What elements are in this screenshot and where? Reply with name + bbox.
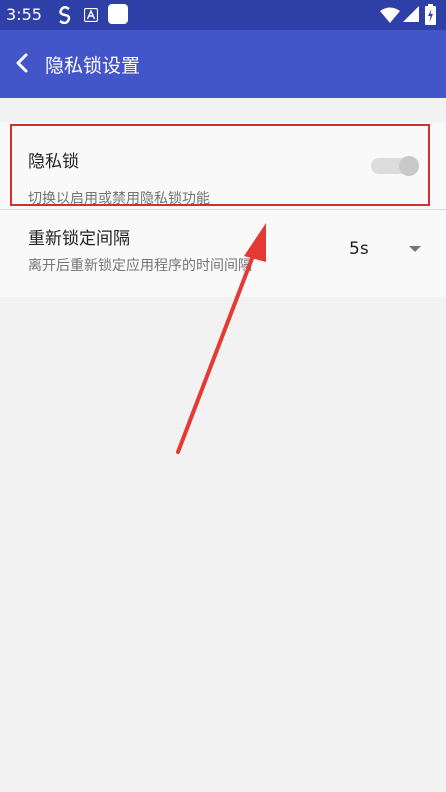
chevron-left-icon: [16, 53, 28, 73]
s-logo-icon: [59, 6, 71, 24]
wifi-icon: [380, 7, 400, 23]
privacy-lock-title: 隐私锁: [28, 152, 79, 172]
relock-interval-dropdown[interactable]: 5s: [338, 232, 438, 266]
relock-interval-summary: 离开后重新锁定应用程序的时间间隔: [28, 258, 252, 274]
relock-interval-setting[interactable]: 重新锁定间隔 离开后重新锁定应用程序的时间间隔 5s: [0, 210, 446, 297]
battery-charging-icon: [425, 4, 436, 25]
relock-interval-value: 5s: [349, 239, 369, 259]
signal-icon: [403, 6, 419, 22]
status-bar: 3:55: [0, 0, 446, 30]
annotation-arrow-icon: [176, 223, 266, 454]
back-button[interactable]: [8, 48, 38, 78]
privacy-lock-summary: 切换以启用或禁用隐私锁功能: [28, 191, 210, 207]
privacy-lock-toggle[interactable]: [371, 156, 419, 176]
a-keyboard-icon: [84, 8, 98, 22]
white-square-icon: [108, 4, 128, 24]
app-bar: 隐私锁设置: [0, 30, 446, 98]
page-title: 隐私锁设置: [45, 55, 141, 77]
relock-interval-title: 重新锁定间隔: [28, 229, 130, 249]
settings-list: 隐私锁 切换以启用或禁用隐私锁功能 重新锁定间隔 离开后重新锁定应用程序的时间间…: [0, 122, 446, 297]
dropdown-arrow-icon: [409, 246, 421, 252]
privacy-lock-setting[interactable]: 隐私锁 切换以启用或禁用隐私锁功能: [0, 122, 446, 209]
status-time: 3:55: [6, 5, 42, 24]
toggle-thumb: [399, 156, 419, 176]
